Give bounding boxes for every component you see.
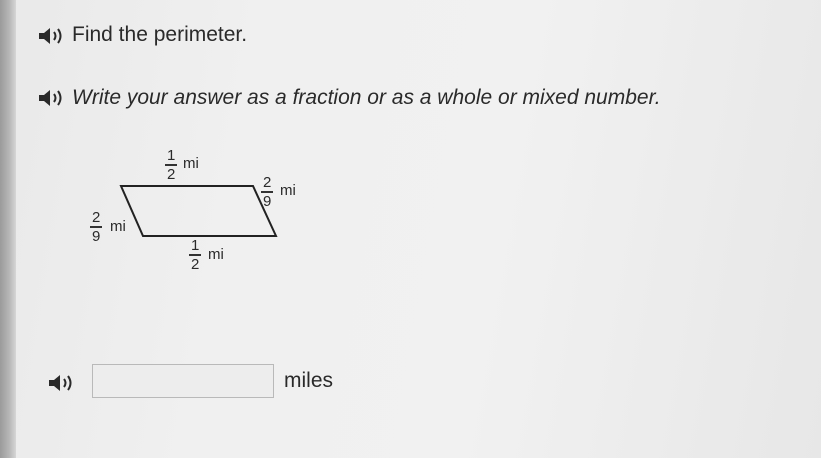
speaker-icon[interactable] — [36, 25, 66, 47]
left-edge-strip — [0, 0, 16, 458]
bottom-side-unit: mi — [208, 246, 224, 263]
answer-input[interactable] — [92, 364, 274, 398]
left-side-fraction: 2 9 — [90, 209, 103, 245]
speaker-icon[interactable] — [36, 87, 66, 109]
top-side-unit: mi — [183, 155, 199, 172]
left-side-unit: mi — [110, 218, 126, 235]
right-side-fraction: 2 9 — [261, 174, 274, 210]
parallelogram-figure: 1 2 mi 2 9 mi 2 9 mi 1 2 mi — [80, 140, 340, 290]
speaker-icon[interactable] — [46, 372, 76, 394]
right-side-unit: mi — [280, 182, 296, 199]
bottom-side-fraction: 1 2 — [189, 237, 202, 273]
top-side-fraction: 1 2 — [165, 147, 178, 183]
parallelogram-shape — [119, 185, 278, 237]
question-instruction: Find the perimeter. — [72, 23, 248, 46]
answer-format-instruction: Write your answer as a fraction or as a … — [72, 86, 661, 109]
answer-unit-label: miles — [284, 369, 334, 392]
